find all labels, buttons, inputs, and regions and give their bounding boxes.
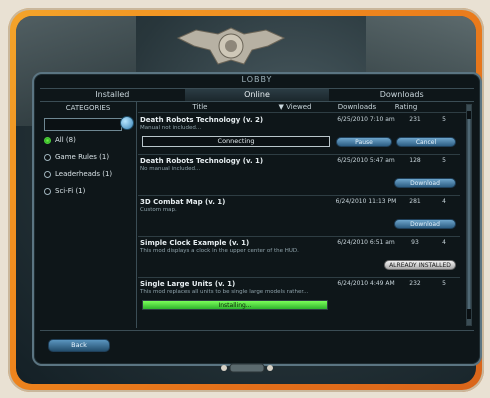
scroll-down-arrow-icon[interactable]	[467, 319, 471, 325]
mod-downloads: 128	[409, 157, 421, 164]
tab-downloads[interactable]: Downloads	[329, 89, 474, 101]
header-rating[interactable]: Rating	[386, 102, 426, 112]
mod-date: 6/25/2010 5:47 am	[337, 157, 395, 164]
mods-panel: LOBBY Installed Online Downloads CATEGOR…	[32, 72, 482, 366]
tab-bar: Installed Online Downloads	[40, 88, 474, 102]
mod-downloads: 232	[409, 280, 421, 287]
bottom-ornament-icon	[221, 363, 273, 373]
cancel-button[interactable]: Cancel	[396, 137, 456, 147]
tab-online[interactable]: Online	[184, 89, 330, 101]
header-title[interactable]: Title	[138, 102, 262, 112]
mod-description: Manual not included...	[140, 125, 202, 131]
table-header: Title ▼ Viewed Downloads Rating	[138, 102, 468, 113]
search-input[interactable]	[44, 118, 122, 131]
mod-description: No manual included...	[140, 166, 201, 172]
table-row[interactable]: Death Robots Technology (v. 2) Manual no…	[138, 114, 460, 155]
categories-title: CATEGORIES	[65, 104, 111, 112]
mod-name: Simple Clock Example (v. 1)	[140, 239, 250, 247]
mod-name: Death Robots Technology (v. 1)	[140, 157, 264, 165]
category-label: Sci-Fi (1)	[55, 187, 86, 195]
mod-name: Single Large Units (v. 1)	[140, 280, 236, 288]
mod-rating: 5	[442, 280, 446, 287]
mod-name: Death Robots Technology (v. 2)	[140, 116, 264, 124]
table-row[interactable]: 3D Combat Map (v. 1) Custom map. 6/24/20…	[138, 196, 460, 237]
table-row[interactable]: Simple Clock Example (v. 1) This mod dis…	[138, 237, 460, 278]
mod-date: 6/24/2010 4:49 AM	[337, 280, 395, 287]
scroll-thumb[interactable]	[467, 119, 471, 309]
radio-icon[interactable]	[44, 170, 51, 178]
category-label: All (8)	[55, 136, 76, 144]
category-label: Game Rules (1)	[55, 153, 110, 161]
mod-name: 3D Combat Map (v. 1)	[140, 198, 226, 206]
category-label: Leaderheads (1)	[55, 170, 113, 178]
category-all[interactable]: All (8)	[44, 136, 134, 144]
table-row[interactable]: Single Large Units (v. 1) This mod repla…	[138, 278, 460, 318]
mods-table: Title ▼ Viewed Downloads Rating Death Ro…	[138, 102, 468, 328]
back-button[interactable]: Back	[48, 339, 110, 352]
scroll-up-arrow-icon[interactable]	[467, 105, 471, 111]
radio-selected-icon[interactable]	[44, 136, 51, 144]
category-sci-fi[interactable]: Sci-Fi (1)	[44, 187, 134, 195]
table-rows: Death Robots Technology (v. 2) Manual no…	[138, 114, 460, 318]
download-button[interactable]: Download	[394, 178, 456, 188]
download-button[interactable]: Download	[394, 219, 456, 229]
mod-rating: 4	[442, 198, 446, 205]
mod-rating: 4	[442, 239, 446, 246]
category-game-rules[interactable]: Game Rules (1)	[44, 153, 134, 161]
already-installed-button[interactable]: ALREADY INSTALLED	[384, 260, 456, 270]
mod-date: 6/24/2010 11:13 PM	[335, 198, 397, 205]
footer-bar: Back	[40, 330, 474, 361]
header-downloads[interactable]: Downloads	[328, 102, 386, 112]
panel-title: LOBBY	[241, 75, 273, 84]
mod-downloads: 281	[409, 198, 421, 205]
mod-rating: 5	[442, 116, 446, 123]
connecting-status: Connecting	[142, 136, 330, 147]
mod-downloads: 93	[411, 239, 419, 246]
mod-date: 6/25/2010 7:10 am	[337, 116, 395, 123]
category-leaderheads[interactable]: Leaderheads (1)	[44, 170, 134, 178]
mod-date: 6/24/2010 6:51 am	[337, 239, 395, 246]
mod-description: Custom map.	[140, 207, 177, 213]
mod-description: This mod displays a clock in the upper c…	[140, 248, 299, 254]
table-row[interactable]: Death Robots Technology (v. 1) No manual…	[138, 155, 460, 196]
radio-icon[interactable]	[44, 153, 51, 161]
vertical-scrollbar[interactable]	[466, 104, 472, 326]
install-progress-bar: Installing...	[142, 300, 328, 310]
mod-description: This mod replaces all units to be single…	[140, 289, 309, 295]
winged-emblem-icon	[176, 27, 286, 65]
progress-label: Installing...	[218, 302, 252, 309]
mod-downloads: 231	[409, 116, 421, 123]
tab-installed[interactable]: Installed	[40, 89, 185, 101]
radio-icon[interactable]	[44, 187, 51, 195]
mod-rating: 5	[442, 157, 446, 164]
category-list: All (8) Game Rules (1) Leaderheads (1) S…	[44, 136, 134, 204]
pause-button[interactable]: Pause	[336, 137, 392, 147]
header-viewed[interactable]: ▼ Viewed	[262, 102, 328, 112]
categories-sidebar: CATEGORIES All (8) Game Rules (1) Leader…	[40, 102, 137, 328]
search-button[interactable]	[120, 116, 134, 130]
